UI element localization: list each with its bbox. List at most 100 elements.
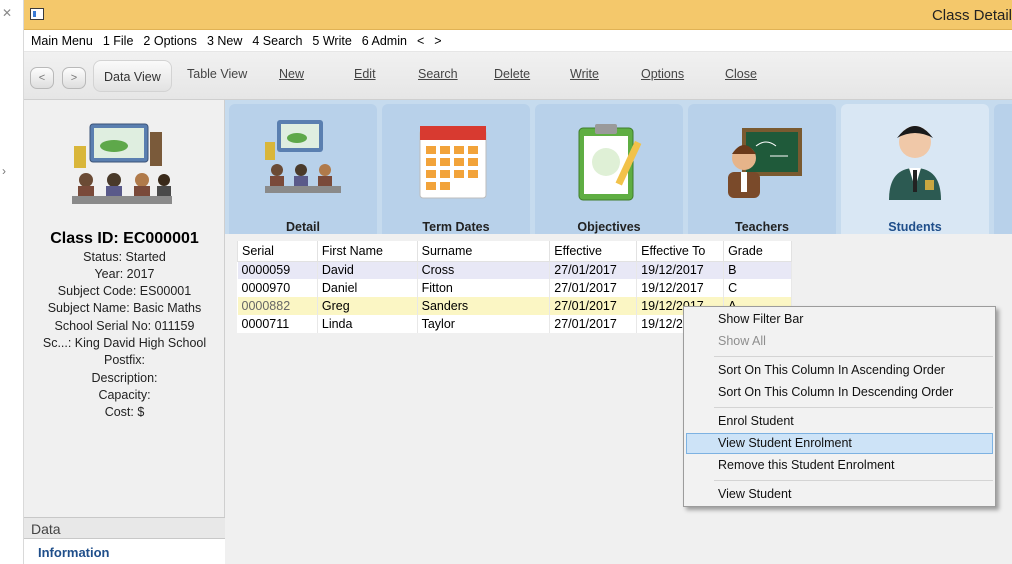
tab-objectives[interactable]: Objectives (535, 104, 683, 234)
column-header-serial[interactable]: Serial (237, 241, 318, 262)
menu-item-show-filter-bar[interactable]: Show Filter Bar (718, 309, 803, 329)
title-bar: Class Detail (24, 0, 1012, 30)
cell-effective-to: 19/12/2017 (636, 279, 725, 297)
delete-button[interactable]: Delete (494, 67, 530, 87)
menu-separator (714, 480, 993, 481)
tab-strip: Detail Term Dates Objectives Teachers St… (225, 100, 1012, 234)
calendar-icon (419, 126, 487, 199)
tab-students[interactable]: Students (841, 104, 989, 234)
cell-serial: 0000970 (237, 279, 318, 297)
options-button[interactable]: Options (641, 67, 684, 87)
table-row[interactable]: 0000970 Daniel Fitton 27/01/2017 19/12/2… (237, 279, 792, 297)
menu-admin[interactable]: 6 Admin (362, 34, 407, 48)
menu-file[interactable]: 1 File (103, 34, 134, 48)
status-label: Status: Started (83, 250, 166, 264)
window-title: Class Detail (931, 7, 1012, 24)
menu-search[interactable]: 4 Search (252, 34, 302, 48)
capacity-label: Capacity: (98, 388, 151, 402)
cell-effective-to: 19/12/2017 (636, 261, 725, 279)
cell-effective: 27/01/2017 (549, 315, 638, 333)
cell-surname: Cross (417, 261, 551, 279)
postfix-label: Postfix: (104, 353, 145, 367)
table-row[interactable]: 0000059 David Cross 27/01/2017 19/12/201… (237, 261, 792, 279)
cell-serial: 0000882 (237, 297, 318, 315)
cell-first-name: Daniel (317, 279, 418, 297)
menu-item-remove-enrolment[interactable]: Remove this Student Enrolment (718, 455, 894, 475)
tab-term-dates[interactable]: Term Dates (382, 104, 530, 234)
menu-item-view-student[interactable]: View Student (718, 484, 791, 504)
back-button[interactable]: < (30, 67, 54, 89)
context-menu: Show Filter Bar Show All Sort On This Co… (683, 306, 996, 507)
cell-grade: B (723, 261, 792, 279)
cell-surname: Taylor (417, 315, 551, 333)
classroom-icon (72, 123, 172, 204)
cell-serial: 0000711 (237, 315, 318, 333)
menu-main-menu[interactable]: Main Menu (31, 34, 93, 48)
toolbar: < > Data View Table View New Edit Search… (24, 52, 1012, 100)
tab-term-dates-label: Term Dates (422, 220, 490, 234)
school-serial-label: School Serial No: 011159 (54, 319, 195, 333)
cell-serial: 0000059 (237, 261, 318, 279)
menu-new[interactable]: 3 New (207, 34, 242, 48)
tab-detail[interactable]: Detail (229, 104, 377, 234)
class-summary-panel: Class ID: EC000001 Status: Started Year:… (24, 100, 225, 564)
close-icon[interactable]: ✕ (2, 6, 12, 20)
cell-effective: 27/01/2017 (549, 297, 638, 315)
menu-scroll-right[interactable]: > (434, 34, 441, 48)
menu-item-enrol-student[interactable]: Enrol Student (718, 411, 794, 431)
menu-bar: Main Menu 1 File 2 Options 3 New 4 Searc… (24, 30, 1012, 52)
cell-grade: C (723, 279, 792, 297)
column-header-surname[interactable]: Surname (416, 241, 551, 262)
table-view-button[interactable]: Table View (187, 67, 247, 87)
cell-effective: 27/01/2017 (549, 279, 638, 297)
menu-item-show-all[interactable]: Show All (718, 331, 766, 351)
subject-name-label: Subject Name: Basic Maths (47, 301, 202, 315)
edit-button[interactable]: Edit (354, 67, 376, 87)
column-header-effective[interactable]: Effective (549, 241, 638, 262)
cost-label: Cost: $ (104, 405, 145, 419)
menu-scroll-left[interactable]: < (417, 34, 424, 48)
app-window: ✕ › Class Detail Main Menu 1 File 2 Opti… (0, 0, 1012, 564)
classroom-icon (265, 120, 341, 193)
close-button[interactable]: Close (725, 67, 757, 87)
tab-teachers-label: Teachers (735, 220, 789, 234)
chevron-right-icon: › (2, 164, 6, 178)
background-window-edge: ✕ › (0, 0, 24, 564)
write-button[interactable]: Write (570, 67, 599, 87)
tab-objectives-label: Objectives (577, 220, 641, 234)
column-header-first-name[interactable]: First Name (316, 241, 418, 262)
menu-item-sort-descending[interactable]: Sort On This Column In Descending Order (718, 382, 953, 402)
description-label: Description: (91, 371, 158, 385)
tab-students-label: Students (888, 220, 942, 234)
menu-separator (714, 407, 993, 408)
cell-effective: 27/01/2017 (549, 261, 638, 279)
information-link[interactable]: Information (24, 539, 225, 564)
app-icon (30, 8, 44, 20)
teacher-icon (728, 128, 802, 198)
data-view-button[interactable]: Data View (93, 60, 172, 92)
menu-options[interactable]: 2 Options (143, 34, 197, 48)
cell-first-name: Linda (317, 315, 418, 333)
menu-item-view-student-enrolment[interactable]: View Student Enrolment (718, 433, 852, 453)
data-section-header[interactable]: Data (24, 517, 225, 539)
clipboard-icon (578, 124, 642, 201)
new-button[interactable]: New (279, 67, 304, 87)
cell-first-name: Greg (317, 297, 418, 315)
forward-button[interactable]: > (62, 67, 86, 89)
cell-first-name: David (317, 261, 418, 279)
tab-teachers[interactable]: Teachers (688, 104, 836, 234)
column-header-grade[interactable]: Grade (723, 241, 792, 262)
tab-next-partial[interactable] (994, 104, 1012, 234)
menu-item-sort-ascending[interactable]: Sort On This Column In Ascending Order (718, 360, 945, 380)
menu-separator (714, 356, 993, 357)
class-id-heading: Class ID: EC000001 (50, 230, 199, 247)
search-button[interactable]: Search (418, 67, 458, 87)
cell-surname: Fitton (417, 279, 551, 297)
cell-surname: Sanders (417, 297, 551, 315)
school-name-label: Sc...: King David High School (42, 336, 207, 350)
student-icon (889, 126, 941, 200)
column-header-effective-to[interactable]: Effective To (636, 241, 725, 262)
menu-write[interactable]: 5 Write (312, 34, 351, 48)
year-label: Year: 2017 (94, 267, 155, 281)
subject-code-label: Subject Code: ES00001 (57, 284, 192, 298)
